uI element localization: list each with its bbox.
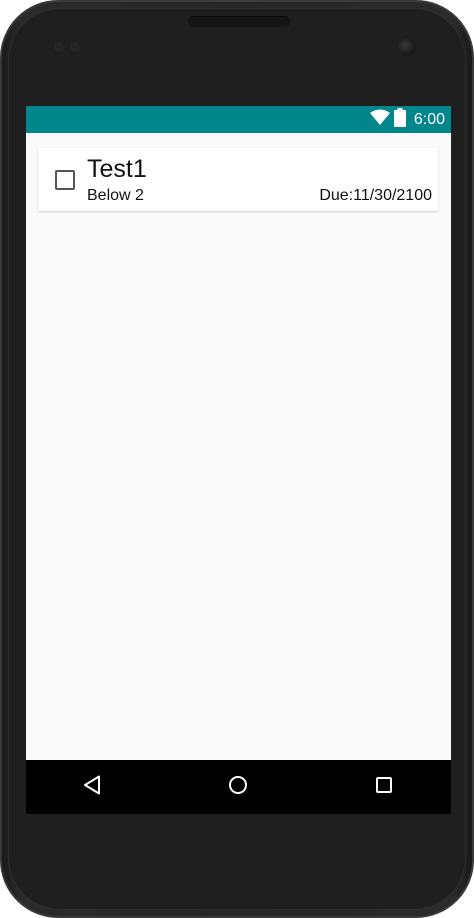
status-icons: 6:00 — [369, 106, 445, 133]
navigation-bar — [26, 760, 451, 814]
back-button[interactable] — [62, 760, 122, 814]
recents-button[interactable] — [354, 760, 414, 814]
screen: 6:00 Test1 Below 2 Due:11/30/2100 — [26, 106, 451, 814]
light-sensor — [70, 42, 80, 52]
home-circle-icon — [228, 775, 248, 800]
status-bar: 6:00 — [26, 106, 451, 133]
task-title: Test1 — [87, 155, 147, 183]
recents-square-icon — [375, 776, 393, 799]
task-due-date: Due:11/30/2100 — [319, 187, 432, 204]
wifi-icon — [369, 109, 390, 130]
phone-frame: 6:00 Test1 Below 2 Due:11/30/2100 — [0, 0, 474, 918]
task-checkbox[interactable] — [55, 170, 75, 190]
front-camera — [398, 38, 416, 56]
task-card[interactable]: Test1 Below 2 Due:11/30/2100 — [38, 148, 438, 211]
battery-icon — [393, 107, 406, 132]
status-time: 6:00 — [413, 110, 445, 128]
earpiece-speaker — [188, 16, 290, 27]
proximity-sensor — [54, 42, 64, 52]
task-list: Test1 Below 2 Due:11/30/2100 — [26, 133, 451, 760]
home-button[interactable] — [208, 760, 268, 814]
task-subtitle: Below 2 — [87, 187, 144, 204]
back-triangle-icon — [83, 775, 101, 800]
